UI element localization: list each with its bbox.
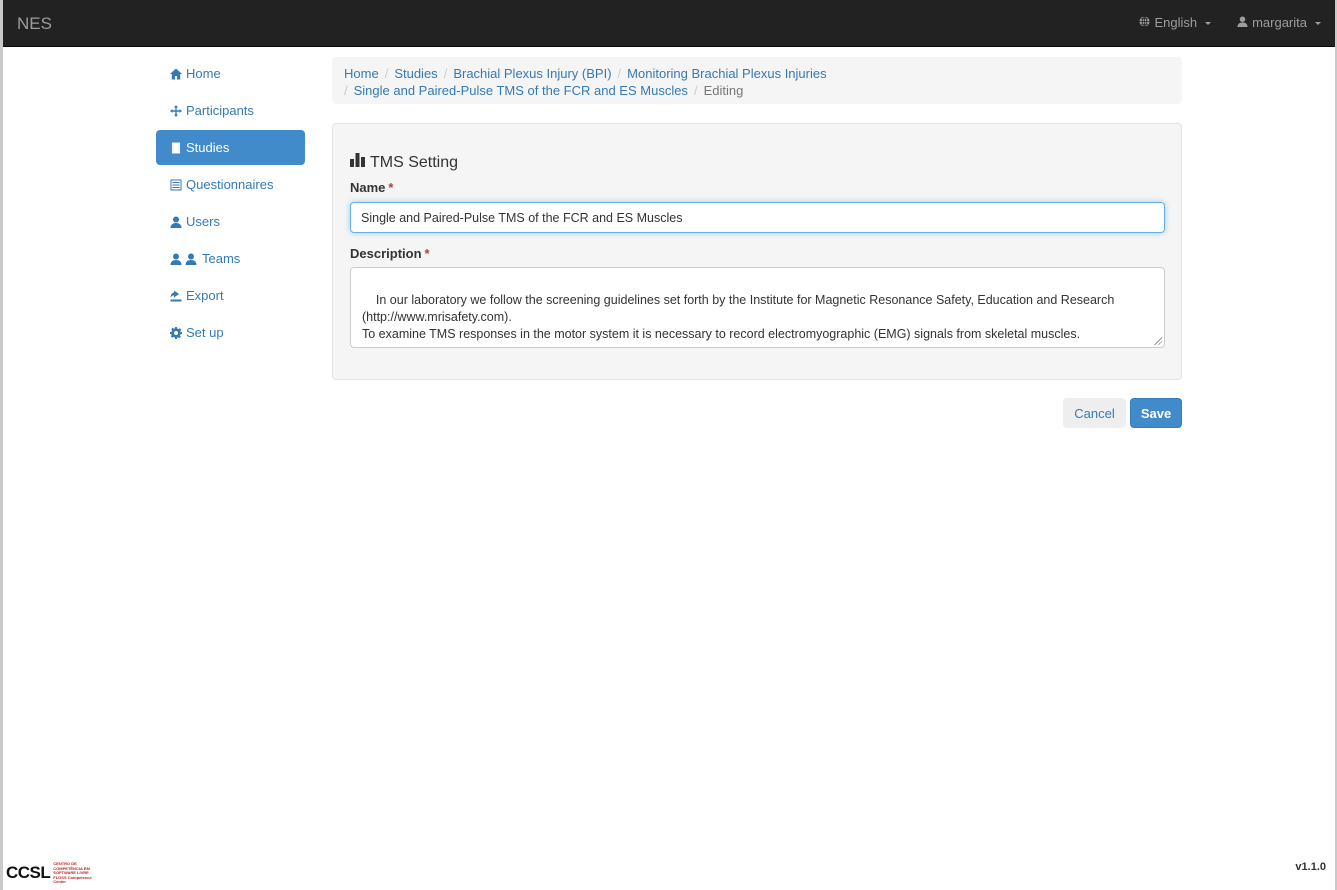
- breadcrumb-separator: /: [443, 66, 448, 81]
- sidebar-item-export[interactable]: Export: [156, 278, 305, 313]
- brand-logo[interactable]: NES: [17, 14, 52, 34]
- description-label-text: Description: [350, 246, 422, 261]
- sidebar-item-home[interactable]: Home: [156, 56, 305, 91]
- export-icon: [170, 290, 182, 302]
- breadcrumb-studies[interactable]: Studies: [394, 66, 437, 81]
- description-label: Description *: [350, 246, 430, 261]
- user-dropdown[interactable]: margarita: [1237, 15, 1321, 30]
- top-navbar: NES English margarita: [3, 0, 1335, 47]
- window-frame-left: [0, 0, 3, 890]
- cog-icon: [170, 326, 182, 339]
- name-label: Name *: [350, 180, 393, 195]
- sidebar-item-teams[interactable]: Teams: [156, 241, 305, 276]
- form-title-text: TMS Setting: [370, 153, 459, 171]
- ccsl-logo: CCSL CENTRO DE COMPETÊNCIA EM SOFTWARE L…: [6, 861, 93, 885]
- navbar-right: English margarita: [1139, 15, 1321, 30]
- breadcrumb-separator: /: [344, 83, 348, 98]
- sidebar-item-label: Teams: [202, 251, 241, 266]
- save-button[interactable]: Save: [1130, 398, 1182, 428]
- language-dropdown[interactable]: English: [1139, 15, 1212, 30]
- sidebar-item-label: Set up: [186, 325, 224, 340]
- stats-icon: [350, 153, 365, 172]
- caret-down-icon: [1315, 22, 1321, 25]
- sidebar-item-users[interactable]: Users: [156, 204, 305, 239]
- book-icon: [170, 142, 182, 154]
- form-title: TMS Setting: [350, 153, 458, 172]
- description-text: In our laboratory we follow the screenin…: [362, 293, 1115, 341]
- breadcrumb-line-1: Home / Studies / Brachial Plexus Injury (BPI…: [344, 65, 1170, 82]
- home-icon: [170, 68, 182, 80]
- sidebar-item-label: Export: [186, 288, 224, 303]
- logo-text: CCSL: [6, 863, 51, 883]
- globe-icon: [1139, 15, 1150, 30]
- cancel-button[interactable]: Cancel: [1063, 398, 1126, 428]
- sidebar-item-questionnaires[interactable]: Questionnaires: [156, 167, 305, 202]
- breadcrumb-home[interactable]: Home: [344, 66, 379, 81]
- move-icon: [170, 104, 182, 117]
- version-label: v1.1.0: [1295, 861, 1326, 873]
- breadcrumb-current: Editing: [703, 83, 744, 98]
- caret-down-icon: [1205, 22, 1212, 25]
- required-mark: *: [424, 246, 430, 261]
- breadcrumb: Home / Studies / Brachial Plexus Injury (BPI…: [332, 57, 1182, 104]
- description-textarea[interactable]: In our laboratory we follow the screenin…: [350, 267, 1165, 348]
- users-icon: [170, 253, 198, 265]
- user-icon: [1237, 15, 1248, 30]
- sidebar-item-participants[interactable]: Participants: [156, 93, 305, 128]
- breadcrumb-tms-setting[interactable]: Single and Paired-Pulse TMS of the FCR a…: [354, 83, 688, 98]
- user-icon: [170, 216, 182, 228]
- sidebar-item-setup[interactable]: Set up: [156, 315, 305, 350]
- username-label: margarita: [1252, 15, 1307, 30]
- breadcrumb-line-2: / Single and Paired-Pulse TMS of the FCR …: [344, 82, 1170, 99]
- sidebar-item-label: Studies: [186, 140, 230, 155]
- resize-grip-icon[interactable]: [1154, 337, 1162, 345]
- breadcrumb-separator: /: [693, 83, 698, 98]
- sidebar-nav: Home Participants Studies Questionnaires…: [156, 56, 305, 352]
- breadcrumb-separator: /: [384, 66, 389, 81]
- language-label: English: [1154, 15, 1198, 30]
- logo-subtext: CENTRO DE COMPETÊNCIA EM SOFTWARE LIVRE …: [53, 861, 92, 884]
- sidebar-item-studies[interactable]: Studies: [156, 130, 305, 165]
- breadcrumb-separator: /: [617, 66, 622, 81]
- sidebar-item-label: Questionnaires: [186, 177, 274, 192]
- breadcrumb-study[interactable]: Brachial Plexus Injury (BPI): [453, 66, 611, 81]
- list-alt-icon: [170, 179, 182, 191]
- required-mark: *: [388, 180, 394, 195]
- breadcrumb-experiment[interactable]: Monitoring Brachial Plexus Injuries: [627, 66, 826, 81]
- sidebar-item-label: Home: [186, 66, 221, 81]
- sidebar-item-label: Participants: [186, 103, 254, 118]
- tms-setting-form: TMS Setting Name* Description* In our la…: [332, 123, 1182, 380]
- sidebar-item-label: Users: [186, 214, 220, 229]
- name-label-text: Name: [350, 180, 386, 195]
- name-input[interactable]: [350, 202, 1165, 233]
